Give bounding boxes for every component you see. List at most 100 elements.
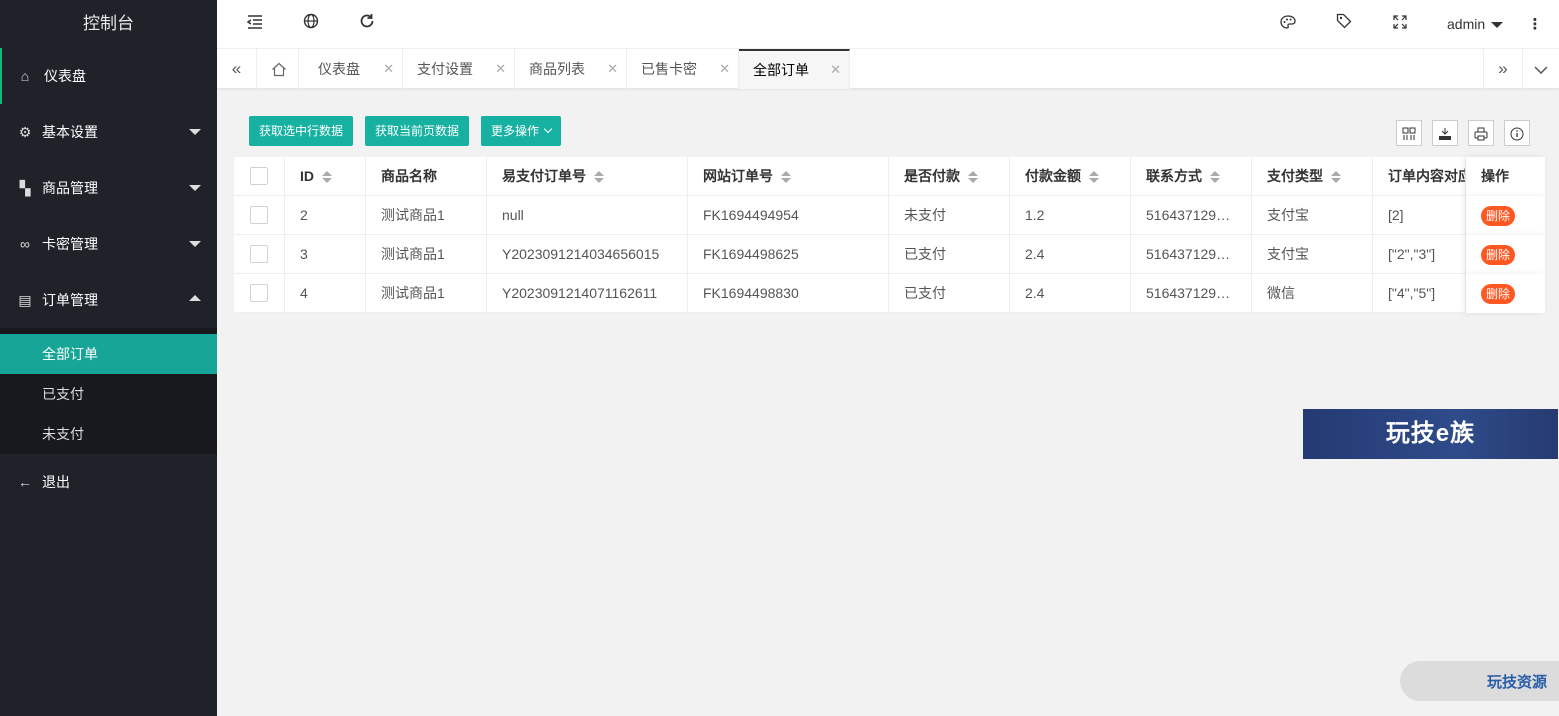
- cell-paid: 已支付: [889, 235, 1010, 274]
- header-label: 付款金额: [1025, 168, 1081, 184]
- header-id[interactable]: ID: [285, 157, 366, 196]
- tab-all-orders[interactable]: 全部订单 ✕: [739, 49, 850, 89]
- delete-button[interactable]: 删除: [1481, 245, 1516, 266]
- header-label: 商品名称: [381, 168, 437, 184]
- user-menu[interactable]: admin: [1447, 0, 1504, 49]
- cell-contact: 516437129…: [1131, 235, 1252, 274]
- more-vertical-icon[interactable]: ⋮: [1523, 0, 1547, 49]
- close-icon[interactable]: ✕: [383, 49, 394, 89]
- export-icon[interactable]: [1432, 120, 1458, 146]
- row-checkbox-cell: [234, 274, 285, 313]
- sidebar-item-logout[interactable]: ← 退出: [0, 454, 217, 510]
- sidebar-subitem-all-orders[interactable]: 全部订单: [0, 334, 217, 374]
- header-content: 订单内容对应: [1373, 157, 1466, 196]
- header-pay-type[interactable]: 支付类型: [1252, 157, 1373, 196]
- header-label: 订单内容对应: [1388, 168, 1466, 184]
- header-epay-order[interactable]: 易支付订单号: [487, 157, 688, 196]
- orders-table: ID 商品名称 易支付订单号 网站订单号 是否付款 付款金额 联系方式 支付类型…: [234, 157, 1545, 313]
- get-selected-button[interactable]: 获取选中行数据: [249, 116, 354, 146]
- close-icon[interactable]: ✕: [607, 49, 618, 89]
- row-checkbox[interactable]: [250, 245, 268, 263]
- cell-actions: 删除: [1466, 274, 1545, 313]
- tab-sold-cards[interactable]: 已售卡密 ✕: [627, 49, 739, 89]
- document-icon: ▤: [18, 292, 32, 308]
- sidebar-subitem-unpaid[interactable]: 未支付: [0, 414, 217, 454]
- sidebar-item-dashboard[interactable]: ⌂ 仪表盘: [0, 48, 217, 104]
- sidebar-subitem-paid[interactable]: 已支付: [0, 374, 217, 414]
- tabs-bar: « 仪表盘 ✕ 支付设置 ✕ 商品列表 ✕ 已售卡密 ✕ 全部订单 ✕ »: [217, 49, 1559, 89]
- sort-icon[interactable]: [1210, 171, 1220, 184]
- tab-product-list[interactable]: 商品列表 ✕: [515, 49, 627, 89]
- tab-payment-settings[interactable]: 支付设置 ✕: [403, 49, 515, 89]
- cell-pay-type: 支付宝: [1252, 235, 1373, 274]
- cell-contact: 516437129…: [1131, 274, 1252, 313]
- header-label: 网站订单号: [703, 168, 773, 184]
- row-checkbox[interactable]: [250, 206, 268, 224]
- sidebar-item-basic-settings[interactable]: ⚙ 基本设置: [0, 104, 217, 160]
- sort-icon[interactable]: [781, 171, 791, 184]
- cell-product-name: 测试商品1: [366, 196, 487, 235]
- header-site-order[interactable]: 网站订单号: [688, 157, 889, 196]
- tabs-next-icon[interactable]: »: [1483, 49, 1523, 89]
- header-checkbox-cell: [234, 157, 285, 196]
- watermark-banner-top: 玩技e族: [1303, 409, 1558, 459]
- table-row[interactable]: 2 测试商品1 null FK1694494954 未支付 1.2 516437…: [234, 196, 1545, 235]
- print-icon[interactable]: [1468, 120, 1494, 146]
- cell-amount: 2.4: [1010, 274, 1131, 313]
- tab-dashboard[interactable]: 仪表盘 ✕: [304, 49, 403, 89]
- cell-id: 3: [285, 235, 366, 274]
- globe-icon[interactable]: [299, 0, 323, 49]
- sidebar-footer: ← 退出: [0, 454, 217, 510]
- cell-id: 4: [285, 274, 366, 313]
- link-icon: ∞: [20, 236, 30, 252]
- cell-id: 2: [285, 196, 366, 235]
- more-actions-button[interactable]: 更多操作: [481, 116, 562, 146]
- sidebar-item-product-management[interactable]: ▚ 商品管理: [0, 160, 217, 216]
- header-amount[interactable]: 付款金额: [1010, 157, 1131, 196]
- row-checkbox[interactable]: [250, 284, 268, 302]
- delete-button[interactable]: 删除: [1481, 284, 1516, 305]
- columns-icon[interactable]: [1396, 120, 1422, 146]
- top-header: admin ⋮: [217, 0, 1559, 49]
- table-row[interactable]: 4 测试商品1 Y2023091214071162611 FK169449883…: [234, 274, 1545, 313]
- sort-icon[interactable]: [968, 171, 978, 184]
- username: admin: [1447, 16, 1486, 32]
- sort-icon[interactable]: [1089, 171, 1099, 184]
- header-actions: 操作: [1466, 157, 1545, 196]
- tabs-dropdown-icon[interactable]: [1523, 49, 1559, 89]
- sort-icon[interactable]: [594, 171, 604, 184]
- header-label: 易支付订单号: [502, 168, 586, 184]
- header-contact[interactable]: 联系方式: [1131, 157, 1252, 196]
- close-icon[interactable]: ✕: [830, 51, 841, 89]
- tabs-prev-icon[interactable]: «: [217, 49, 257, 89]
- sort-icon[interactable]: [1331, 171, 1341, 184]
- tab-label: 支付设置: [417, 61, 473, 77]
- table-row[interactable]: 3 测试商品1 Y2023091214034656015 FK169449862…: [234, 235, 1545, 274]
- tag-icon[interactable]: [1332, 0, 1356, 49]
- cell-paid: 未支付: [889, 196, 1010, 235]
- info-icon[interactable]: [1504, 120, 1530, 146]
- close-icon[interactable]: ✕: [495, 49, 506, 89]
- sidebar: 控制台 ⌂ 仪表盘 ⚙ 基本设置 ▚ 商品管理 ∞ 卡密管理 ▤ 订单管理 全部…: [0, 0, 217, 716]
- sort-icon[interactable]: [322, 171, 332, 184]
- sidebar-item-card-management[interactable]: ∞ 卡密管理: [0, 216, 217, 272]
- sidebar-item-order-management[interactable]: ▤ 订单管理: [0, 272, 217, 328]
- refresh-icon[interactable]: [355, 0, 379, 49]
- fullscreen-icon[interactable]: [1388, 0, 1412, 49]
- home-tab-icon[interactable]: [259, 49, 299, 89]
- delete-button[interactable]: 删除: [1481, 206, 1516, 227]
- header-paid[interactable]: 是否付款: [889, 157, 1010, 196]
- menu-fold-icon[interactable]: [243, 0, 267, 49]
- get-page-button[interactable]: 获取当前页数据: [365, 116, 470, 146]
- cell-pay-type: 支付宝: [1252, 196, 1373, 235]
- cell-product-name: 测试商品1: [366, 235, 487, 274]
- caret-down-icon: [189, 129, 201, 135]
- close-icon[interactable]: ✕: [719, 49, 730, 89]
- cell-content: ["2","3"]: [1373, 235, 1466, 274]
- row-checkbox-cell: [234, 196, 285, 235]
- sidebar-item-label: 卡密管理: [42, 236, 98, 252]
- palette-icon[interactable]: [1276, 0, 1300, 49]
- select-all-checkbox[interactable]: [250, 167, 268, 185]
- chevron-down-icon: [543, 124, 553, 134]
- header-label: ID: [300, 168, 314, 184]
